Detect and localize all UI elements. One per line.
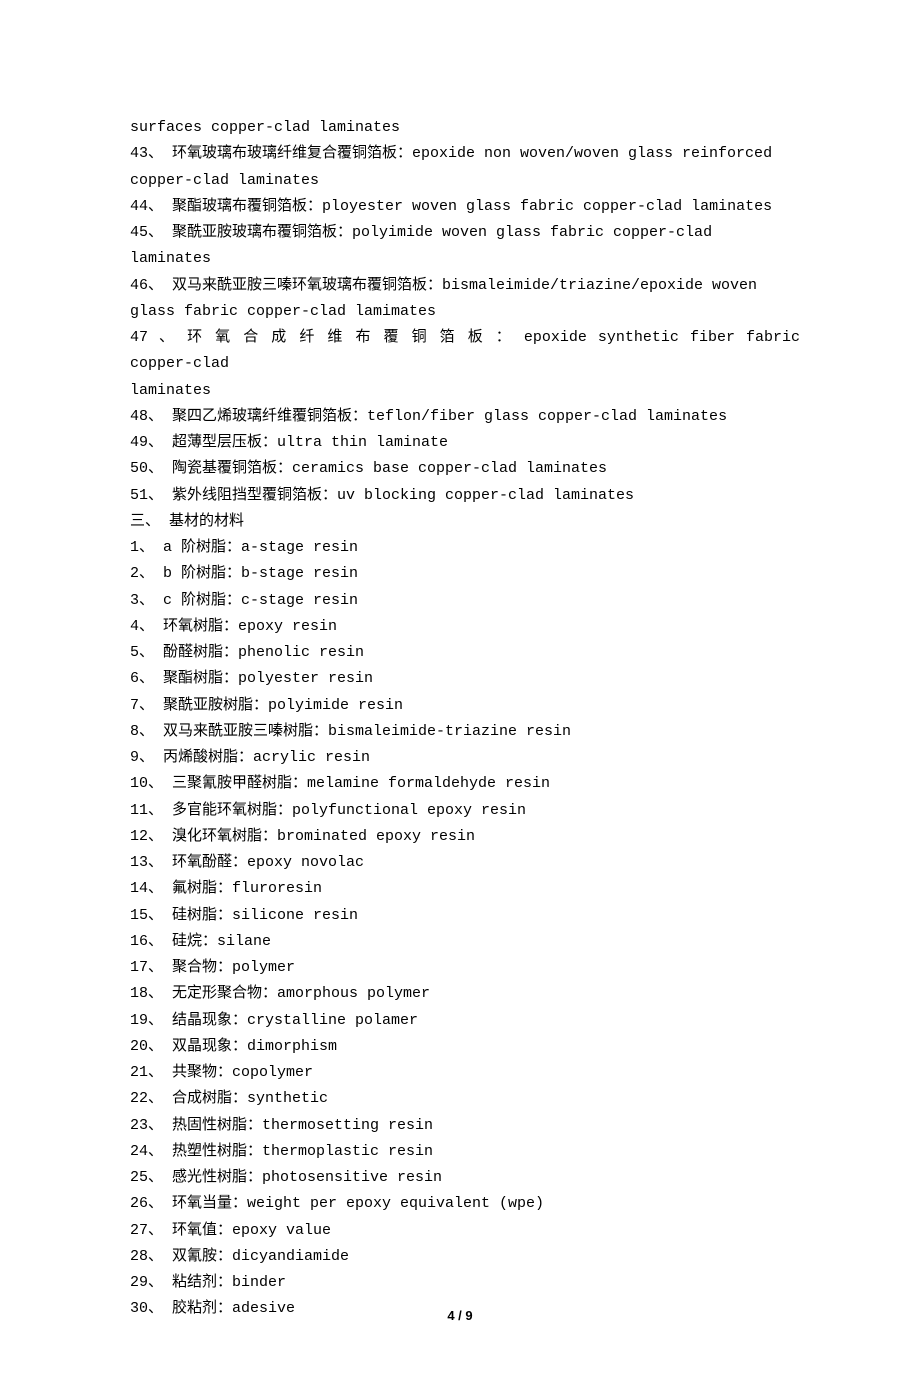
text-line: 17、 聚合物：polymer — [130, 955, 800, 981]
text-line: 48、 聚四乙烯玻璃纤维覆铜箔板：teflon/fiber glass copp… — [130, 404, 800, 430]
text-line: surfaces copper-clad laminates — [130, 115, 800, 141]
text-line: 8、 双马来酰亚胺三嗪树脂：bismaleimide-triazine resi… — [130, 719, 800, 745]
body-text: surfaces copper-clad laminates43、 环氧玻璃布玻… — [130, 115, 800, 1323]
text-line: 三、 基材的材料 — [130, 509, 800, 535]
text-line: 18、 无定形聚合物：amorphous polymer — [130, 981, 800, 1007]
text-line: 4、 环氧树脂：epoxy resin — [130, 614, 800, 640]
document-page: surfaces copper-clad laminates43、 环氧玻璃布玻… — [0, 0, 920, 1383]
text-line: 24、 热塑性树脂：thermoplastic resin — [130, 1139, 800, 1165]
text-line: 9、 丙烯酸树脂：acrylic resin — [130, 745, 800, 771]
text-line: 21、 共聚物：copolymer — [130, 1060, 800, 1086]
text-line: 27、 环氧值：epoxy value — [130, 1218, 800, 1244]
text-line: 43、 环氧玻璃布玻璃纤维复合覆铜箔板：epoxide non woven/wo… — [130, 141, 800, 167]
text-line: 19、 结晶现象：crystalline polamer — [130, 1008, 800, 1034]
text-line: 3、 c 阶树脂：c-stage resin — [130, 588, 800, 614]
text-line: 47 、 环 氧 合 成 纤 维 布 覆 铜 箔 板 ： epoxide syn… — [130, 325, 800, 378]
text-line: 25、 感光性树脂：photosensitive resin — [130, 1165, 800, 1191]
text-line: 1、 a 阶树脂：a-stage resin — [130, 535, 800, 561]
text-line: 7、 聚酰亚胺树脂：polyimide resin — [130, 693, 800, 719]
text-line: 14、 氟树脂：fluroresin — [130, 876, 800, 902]
text-line: 20、 双晶现象：dimorphism — [130, 1034, 800, 1060]
text-line: 6、 聚酯树脂：polyester resin — [130, 666, 800, 692]
text-line: 28、 双氰胺：dicyandiamide — [130, 1244, 800, 1270]
text-line: 16、 硅烷：silane — [130, 929, 800, 955]
text-line: 13、 环氧酚醛：epoxy novolac — [130, 850, 800, 876]
text-line: 46、 双马来酰亚胺三嗪环氧玻璃布覆铜箔板：bismaleimide/triaz… — [130, 273, 800, 299]
text-line: copper-clad laminates — [130, 168, 800, 194]
text-line: 51、 紫外线阻挡型覆铜箔板：uv blocking copper-clad l… — [130, 483, 800, 509]
text-line: 45、 聚酰亚胺玻璃布覆铜箔板：polyimide woven glass fa… — [130, 220, 800, 273]
text-line: 10、 三聚氰胺甲醛树脂：melamine formaldehyde resin — [130, 771, 800, 797]
text-line: 23、 热固性树脂：thermosetting resin — [130, 1113, 800, 1139]
text-line: 50、 陶瓷基覆铜箔板：ceramics base copper-clad la… — [130, 456, 800, 482]
text-line: 11、 多官能环氧树脂：polyfunctional epoxy resin — [130, 798, 800, 824]
text-line: 2、 b 阶树脂：b-stage resin — [130, 561, 800, 587]
text-line: laminates — [130, 378, 800, 404]
text-line: 12、 溴化环氧树脂：brominated epoxy resin — [130, 824, 800, 850]
text-line: 22、 合成树脂：synthetic — [130, 1086, 800, 1112]
text-line: 15、 硅树脂：silicone resin — [130, 903, 800, 929]
text-line: 5、 酚醛树脂：phenolic resin — [130, 640, 800, 666]
text-line: 29、 粘结剂：binder — [130, 1270, 800, 1296]
page-number: 4 / 9 — [0, 1305, 920, 1328]
text-line: 26、 环氧当量：weight per epoxy equivalent (wp… — [130, 1191, 800, 1217]
text-line: 49、 超薄型层压板：ultra thin laminate — [130, 430, 800, 456]
text-line: glass fabric copper-clad lamimates — [130, 299, 800, 325]
text-line: 44、 聚酯玻璃布覆铜箔板：ployester woven glass fabr… — [130, 194, 800, 220]
